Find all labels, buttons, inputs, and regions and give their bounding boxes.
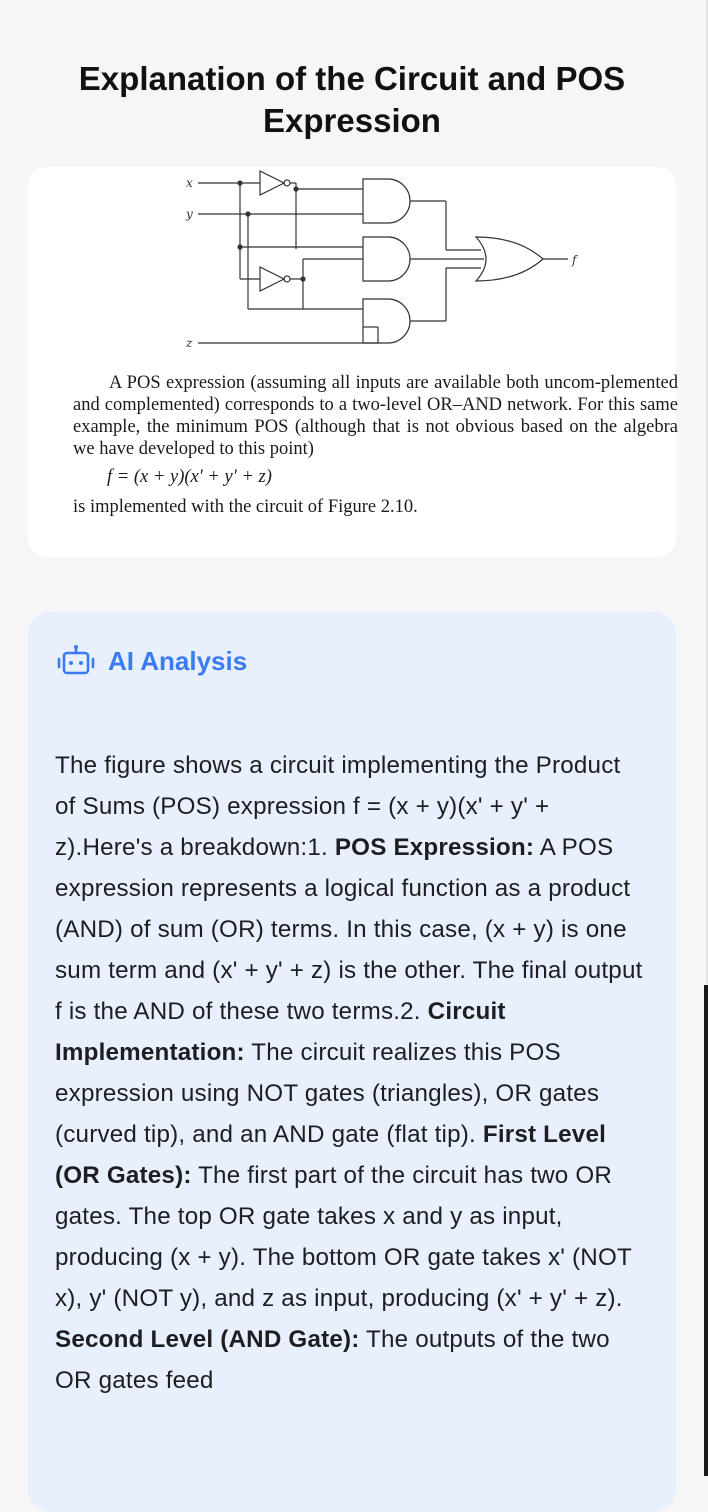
ai-analysis-body: The figure shows a circuit implementing … bbox=[55, 745, 645, 1401]
book-excerpt: A POS expression (assuming all inputs ar… bbox=[73, 372, 678, 518]
label-f: f bbox=[571, 253, 578, 267]
pos-formula: f = (x + y)(x′ + y′ + z) bbox=[107, 467, 272, 487]
scrollbar[interactable] bbox=[704, 985, 708, 1476]
ai-text-bold: Second Level (AND Gate): bbox=[55, 1326, 360, 1353]
ai-text-segment: A POS expression represents a logical fu… bbox=[55, 834, 643, 1025]
ai-text-bold: POS Expression: bbox=[334, 834, 535, 861]
circuit-diagram: x y z f bbox=[185, 170, 578, 350]
label-z: z bbox=[185, 336, 193, 350]
figure-card: x y z f A POS expression (assuming all i… bbox=[28, 167, 678, 557]
label-x: x bbox=[186, 176, 193, 190]
page-title: Explanation of the Circuit and POS Expre… bbox=[78, 60, 626, 139]
book-paragraph-1: A POS expression (assuming all inputs ar… bbox=[73, 373, 678, 459]
robot-icon bbox=[57, 645, 95, 675]
label-y: y bbox=[185, 207, 193, 221]
ai-analysis-title: AI Analysis bbox=[108, 645, 248, 676]
book-paragraph-2: is implemented with the circuit of Figur… bbox=[73, 497, 418, 517]
ai-analysis-header: AI Analysis bbox=[56, 644, 247, 678]
ai-analysis-card: AI Analysis The figure shows a circuit i… bbox=[28, 612, 676, 1512]
